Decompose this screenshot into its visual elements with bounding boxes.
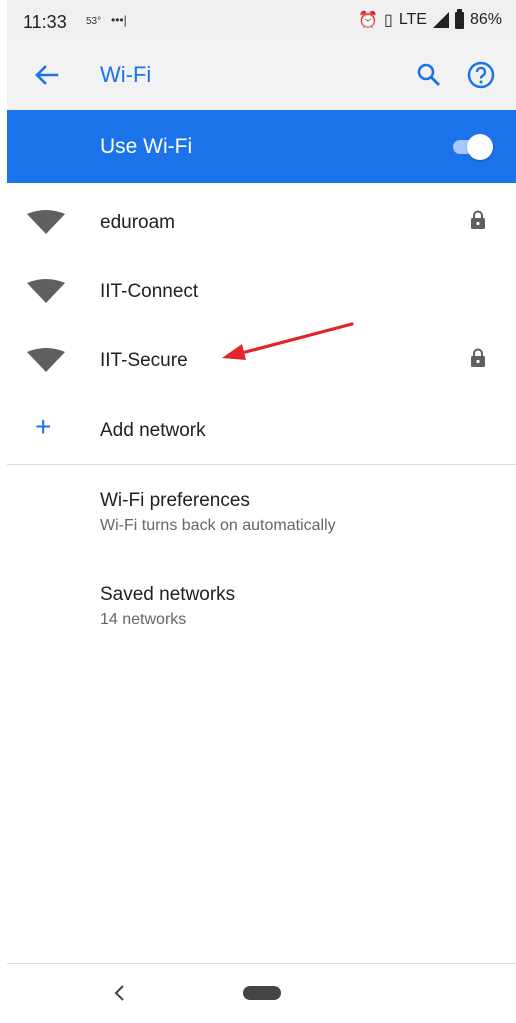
network-item-iit-connect[interactable]: IIT-Connect: [7, 256, 516, 326]
search-button[interactable]: [412, 58, 446, 92]
arrow-left-icon: [35, 65, 59, 85]
search-icon: [417, 63, 440, 86]
app-bar: Wi-Fi: [7, 40, 516, 110]
nav-divider: [7, 963, 516, 964]
divider: [7, 464, 516, 465]
lock-icon: [471, 210, 485, 229]
alarm-icon: ⏰: [358, 12, 378, 29]
help-button[interactable]: [464, 58, 498, 92]
status-time: 11:33: [23, 12, 67, 32]
saved-networks-item[interactable]: Saved networks 14 networks: [100, 584, 500, 629]
network-name: IIT-Secure: [100, 350, 188, 371]
network-name: IIT-Connect: [100, 281, 199, 302]
add-network-label: Add network: [100, 420, 206, 441]
nav-home-pill[interactable]: [243, 986, 281, 1000]
plus-icon: +: [35, 411, 52, 442]
back-button[interactable]: [29, 58, 63, 92]
network-item-eduroam[interactable]: eduroam: [7, 187, 516, 257]
wifi-settings-screen: 11:33 53° •••| ⏰ ▯ LTE 86% Wi-Fi Use Wi-…: [7, 0, 516, 1023]
wifi-preferences-title: Wi-Fi preferences: [100, 490, 250, 511]
status-icons: ⏰ ▯ LTE 86%: [358, 8, 502, 30]
wifi-preferences-item[interactable]: Wi-Fi preferences Wi-Fi turns back on au…: [100, 490, 500, 535]
page-title: Wi-Fi: [100, 62, 152, 87]
battery-percentage: 86%: [469, 11, 502, 28]
network-name: eduroam: [100, 212, 175, 233]
battery-icon: [454, 8, 464, 29]
wifi-toggle[interactable]: [449, 132, 493, 160]
wifi-preferences-subtitle: Wi-Fi turns back on automatically: [100, 517, 336, 534]
status-bar: 11:33 53° •••| ⏰ ▯ LTE 86%: [7, 0, 516, 40]
annotation-arrow: [222, 322, 354, 360]
help-icon: [467, 61, 495, 89]
vibrate-icon: ▯: [384, 12, 393, 29]
wifi-signal-icon: [27, 210, 65, 234]
status-temperature: 53°: [86, 16, 102, 27]
use-wifi-row[interactable]: Use Wi-Fi: [7, 110, 516, 183]
saved-networks-title: Saved networks: [100, 584, 236, 605]
use-wifi-label: Use Wi-Fi: [100, 135, 193, 158]
lock-icon: [471, 348, 485, 367]
wifi-signal-icon: [27, 279, 65, 303]
toggle-thumb: [467, 134, 493, 160]
cell-signal-icon: [432, 12, 449, 28]
saved-networks-subtitle: 14 networks: [100, 611, 187, 628]
status-notification-dots: •••|: [111, 13, 127, 27]
add-network-row[interactable]: + Add network: [7, 395, 516, 465]
nav-back-icon[interactable]: [110, 980, 128, 1006]
wifi-signal-icon: [27, 348, 65, 372]
lte-label: LTE: [398, 11, 427, 28]
